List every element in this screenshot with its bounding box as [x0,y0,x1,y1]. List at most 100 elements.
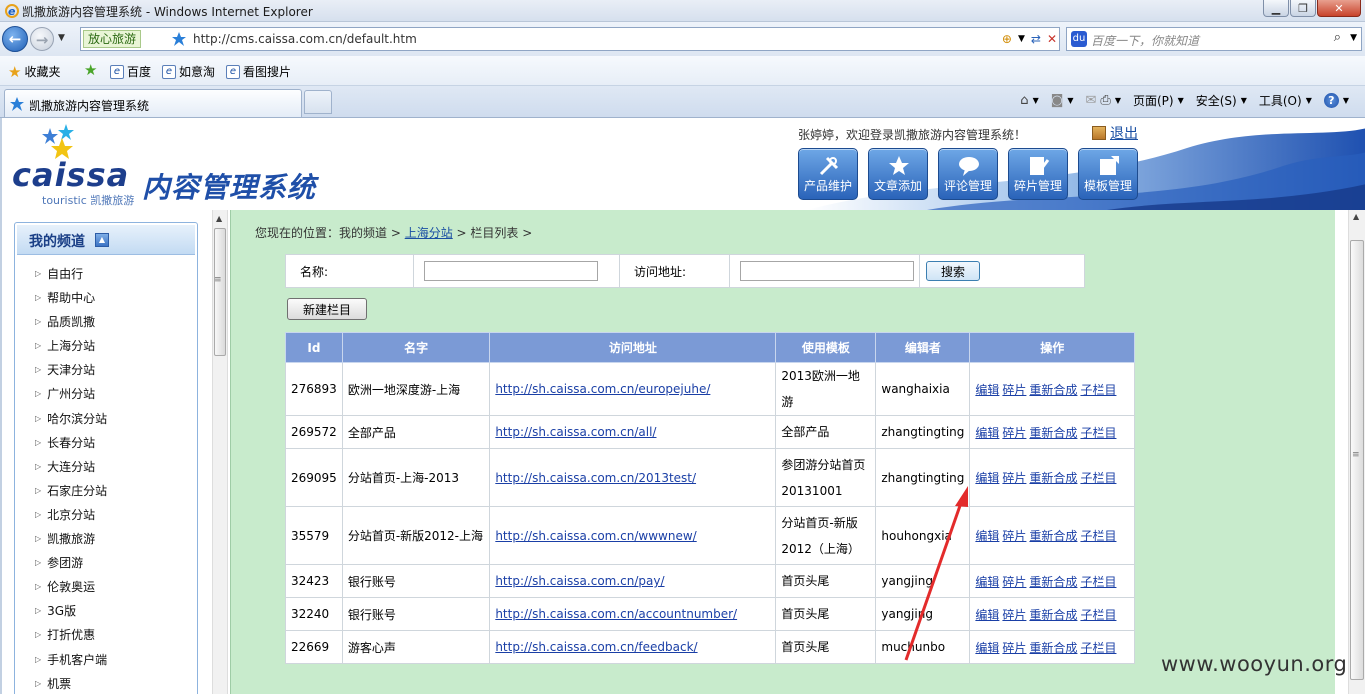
channel-item[interactable]: ▷ 帮助中心 [35,289,107,313]
feed-dropdown-icon[interactable]: ▼ [1067,96,1073,105]
minimize-button[interactable]: ▁ [1263,0,1289,17]
op-link-2[interactable]: 重新合成 [1029,426,1077,440]
channel-item[interactable]: ▷ 上海分站 [35,337,107,361]
channel-item[interactable]: ▷ 凯撒旅游 [35,530,107,554]
scroll-up-icon[interactable]: ▲ [216,214,222,223]
channel-item[interactable]: ▷ 天津分站 [35,361,107,385]
add-favorite-button[interactable]: ★ [84,63,97,78]
address-dropdown-icon[interactable]: ▼ [1018,34,1025,44]
scroll-thumb[interactable] [1350,240,1364,680]
stop-icon[interactable]: ✕ [1047,32,1057,46]
rss-feed-icon[interactable]: ◙ [1051,93,1064,108]
channel-item[interactable]: ▷ 长春分站 [35,434,107,458]
channel-item[interactable]: ▷ 大连分站 [35,458,107,482]
op-link-1[interactable]: 碎片 [1002,608,1026,622]
close-window-button[interactable]: ✕ [1317,0,1361,17]
search-dropdown-icon[interactable]: ▼ [1350,33,1357,43]
scroll-up-icon[interactable]: ▲ [1353,212,1359,221]
fav-link-kantu[interactable]: e 看图搜片 [226,63,291,80]
tools-menu[interactable]: 工具(O) [1259,92,1302,109]
help-dropdown-icon[interactable]: ▼ [1343,96,1349,105]
breadcrumb-link-shanghai[interactable]: 上海分站 [405,226,453,240]
print-dropdown-icon[interactable]: ▼ [1115,96,1121,105]
maximize-button[interactable]: ❐ [1290,0,1316,17]
scroll-thumb[interactable] [214,228,226,356]
name-input[interactable] [424,261,598,281]
op-link-3[interactable]: 子栏目 [1080,641,1116,655]
op-link-3[interactable]: 子栏目 [1080,575,1116,589]
help-icon[interactable]: ? [1323,93,1339,108]
search-input[interactable]: 百度一下，你就知道 [1091,32,1199,49]
op-link-3[interactable]: 子栏目 [1080,529,1116,543]
op-link-2[interactable]: 重新合成 [1029,529,1077,543]
history-dropdown-icon[interactable]: ▼ [58,33,65,43]
url-search-input[interactable] [740,261,914,281]
favorites-button[interactable]: ★ 收藏夹 [8,63,60,80]
url-link[interactable]: http://sh.caissa.com.cn/feedback/ [495,640,697,654]
tools-menu-dropdown-icon[interactable]: ▼ [1306,96,1312,105]
channel-item[interactable]: ▷ 打折优惠 [35,626,107,650]
op-link-3[interactable]: 子栏目 [1080,426,1116,440]
safety-menu[interactable]: 安全(S) [1196,92,1237,109]
template-manage-button[interactable]: 模板管理 [1078,148,1138,200]
channel-item[interactable]: ▷ 伦敦奥运 [35,578,107,602]
product-maintenance-button[interactable]: 产品维护 [798,148,858,200]
forward-button[interactable]: → [30,27,54,51]
url-link[interactable]: http://sh.caissa.com.cn/2013test/ [495,471,696,485]
page-scrollbar[interactable]: ▲ ≡ [1348,210,1365,694]
search-box[interactable]: du 百度一下，你就知道 ⌕ ▼ [1066,27,1362,51]
safe-travel-badge[interactable]: 放心旅游 [83,30,142,48]
channel-item[interactable]: ▷ 广州分站 [35,385,107,409]
url-link[interactable]: http://sh.caissa.com.cn/europejuhe/ [495,382,710,396]
tab-cms[interactable]: 凯撒旅游内容管理系统 [4,89,302,117]
op-link-2[interactable]: 重新合成 [1029,383,1077,397]
channel-item[interactable]: ▷ 石家庄分站 [35,482,107,506]
channel-item[interactable]: ▷ 自由行 [35,265,107,289]
op-link-2[interactable]: 重新合成 [1029,608,1077,622]
logout-link[interactable]: 退出 [1092,123,1138,143]
page-menu[interactable]: 页面(P) [1133,92,1174,109]
op-link-2[interactable]: 重新合成 [1029,575,1077,589]
fav-link-ruyitao[interactable]: e 如意淘 [162,63,215,80]
channel-item[interactable]: ▷ 参团游 [35,554,107,578]
channel-item[interactable]: ▷ 3G版 [35,602,107,626]
home-icon[interactable]: ⌂ [1020,93,1028,108]
mail-icon[interactable]: ✉ [1086,93,1097,108]
op-link-0[interactable]: 编辑 [975,641,999,655]
url-link[interactable]: http://sh.caissa.com.cn/wwwnew/ [495,529,696,543]
url-link[interactable]: http://sh.caissa.com.cn/all/ [495,425,656,439]
sidebar-scrollbar[interactable]: ▲ ≡ [212,210,228,694]
op-link-2[interactable]: 重新合成 [1029,471,1077,485]
home-dropdown-icon[interactable]: ▼ [1033,96,1039,105]
channel-item[interactable]: ▷ 机票 [35,675,107,694]
page-menu-dropdown-icon[interactable]: ▼ [1178,96,1184,105]
search-icon[interactable]: ⌕ [1334,30,1341,45]
url-link[interactable]: http://sh.caissa.com.cn/pay/ [495,574,664,588]
safety-menu-dropdown-icon[interactable]: ▼ [1241,96,1247,105]
back-button[interactable]: ← [2,26,28,52]
collapse-icon[interactable]: ▲ [95,233,109,247]
op-link-2[interactable]: 重新合成 [1029,641,1077,655]
op-link-1[interactable]: 碎片 [1002,575,1026,589]
search-button[interactable]: 搜索 [926,261,981,281]
op-link-0[interactable]: 编辑 [975,471,999,485]
fav-link-baidu[interactable]: e 百度 [110,63,151,80]
article-add-button[interactable]: 文章添加 [868,148,928,200]
op-link-0[interactable]: 编辑 [975,383,999,397]
fragment-manage-button[interactable]: 碎片管理 [1008,148,1068,200]
channel-item[interactable]: ▷ 北京分站 [35,506,107,530]
op-link-0[interactable]: 编辑 [975,608,999,622]
address-box[interactable]: 放心旅游 http://cms.caissa.com.cn/default.ht… [80,27,1060,51]
refresh-icon[interactable]: ⇄ [1031,32,1041,46]
op-link-0[interactable]: 编辑 [975,575,999,589]
op-link-3[interactable]: 子栏目 [1080,608,1116,622]
op-link-1[interactable]: 碎片 [1002,529,1026,543]
op-link-1[interactable]: 碎片 [1002,641,1026,655]
op-link-3[interactable]: 子栏目 [1080,383,1116,397]
op-link-1[interactable]: 碎片 [1002,471,1026,485]
comment-manage-button[interactable]: 评论管理 [938,148,998,200]
channel-item[interactable]: ▷ 哈尔滨分站 [35,410,107,434]
new-column-button[interactable]: 新建栏目 [287,298,367,320]
compat-view-icon[interactable]: ⊕ [1002,32,1012,46]
op-link-0[interactable]: 编辑 [975,529,999,543]
